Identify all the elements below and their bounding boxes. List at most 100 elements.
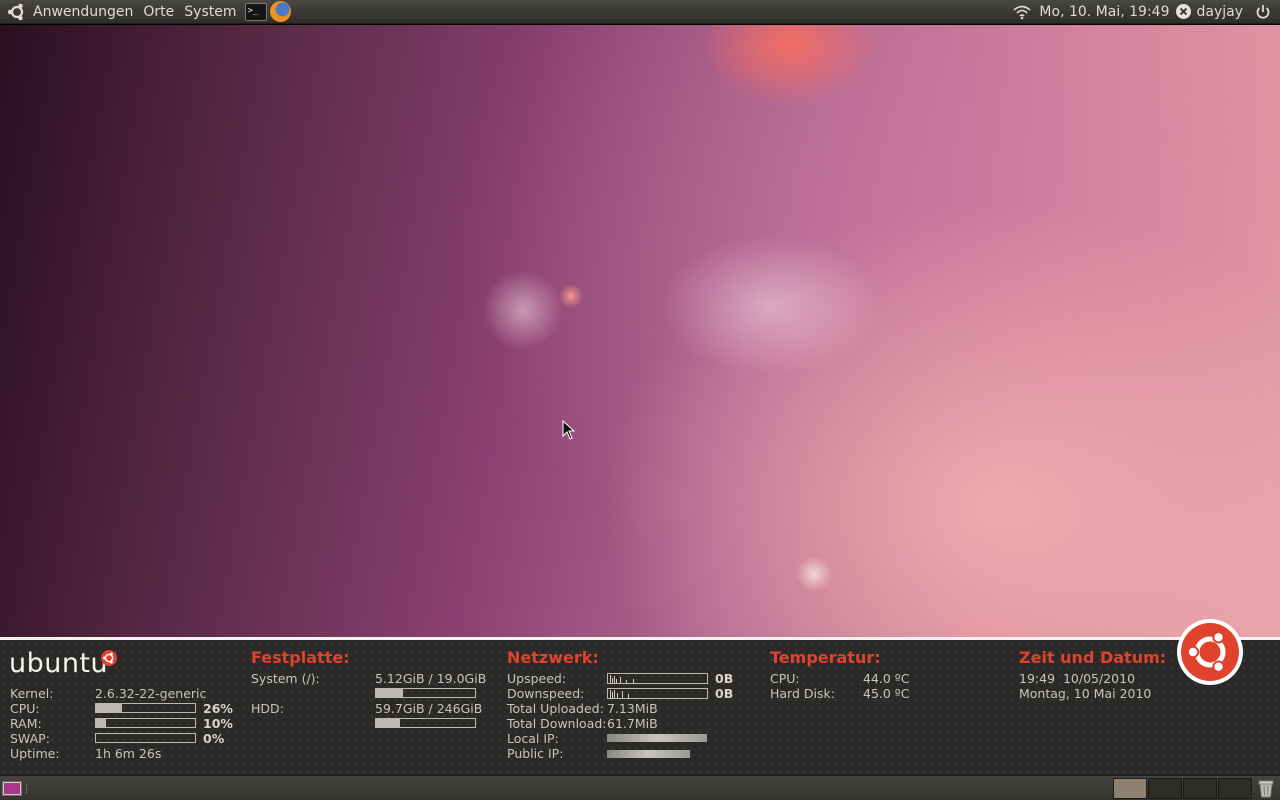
graph-spike bbox=[612, 678, 613, 683]
total-download-row: Total Download: 61.7MiB bbox=[507, 716, 757, 731]
disk-info-block: Festplatte: System (/): 5.12GiB / 19.0Gi… bbox=[251, 640, 501, 775]
graph-spike bbox=[633, 679, 634, 683]
kernel-value: 2.6.32-22-generic bbox=[95, 686, 207, 701]
graph-spike bbox=[610, 690, 611, 698]
uptime-row: Uptime: 1h 6m 26s bbox=[10, 746, 240, 761]
mouse-cursor-icon bbox=[562, 420, 576, 440]
time-section-title: Zeit und Datum: bbox=[1019, 648, 1167, 667]
ram-usage-bar bbox=[95, 718, 196, 728]
panel-drag-handle[interactable] bbox=[26, 784, 29, 793]
workspace-2[interactable] bbox=[1148, 778, 1182, 799]
network-section-title: Netzwerk: bbox=[507, 648, 599, 667]
total-uploaded-row: Total Uploaded: 7.13MiB bbox=[507, 701, 757, 716]
cpu-percent: 26% bbox=[203, 701, 233, 716]
public-ip-redacted bbox=[607, 750, 690, 758]
swap-label: SWAP: bbox=[10, 731, 50, 746]
total-uploaded-value: 7.13MiB bbox=[607, 701, 658, 716]
upspeed-graph bbox=[607, 673, 708, 684]
hdd-usage-bar bbox=[375, 718, 476, 728]
graph-spike bbox=[616, 679, 617, 683]
public-ip-row: Public IP: bbox=[507, 746, 757, 761]
uptime-value: 1h 6m 26s bbox=[95, 746, 162, 761]
system-tray: Mo, 10. Mai, 19:49 dayjay bbox=[1013, 0, 1280, 24]
desktop-wallpaper[interactable] bbox=[0, 25, 1280, 637]
top-panel: Anwendungen Orte System >_ Mo, 10. Mai, … bbox=[0, 0, 1280, 24]
workspace-4[interactable] bbox=[1218, 778, 1252, 799]
ubuntu-logo-icon bbox=[101, 650, 117, 666]
graph-spike bbox=[628, 694, 629, 698]
close-icon[interactable] bbox=[1175, 3, 1192, 20]
system-info-block: ubuntu Kernel: 2.6.32-22-generic CPU: 26… bbox=[0, 640, 240, 775]
system-partition-fill bbox=[376, 689, 403, 697]
swap-row: SWAP: 0% bbox=[10, 731, 240, 746]
ubuntu-logo-text: ubuntu bbox=[9, 648, 109, 679]
public-ip-label: Public IP: bbox=[507, 746, 564, 761]
local-ip-label: Local IP: bbox=[507, 731, 559, 746]
ram-percent: 10% bbox=[203, 716, 233, 731]
ubuntu-logo-icon[interactable] bbox=[6, 1, 28, 23]
graph-spike bbox=[610, 675, 611, 683]
graph-spike bbox=[617, 693, 618, 698]
terminal-launcher-icon[interactable]: >_ bbox=[244, 2, 267, 21]
downspeed-value: 0B bbox=[715, 686, 734, 701]
ubuntu-badge-icon bbox=[1177, 619, 1243, 685]
time-line-2: Montag, 10 Mai 2010 bbox=[1019, 686, 1152, 701]
ram-label: RAM: bbox=[10, 716, 42, 731]
workspace-3[interactable] bbox=[1183, 778, 1217, 799]
ram-usage-fill bbox=[96, 719, 106, 727]
clock-applet[interactable]: Mo, 10. Mai, 19:49 bbox=[1035, 0, 1173, 24]
upspeed-label: Upspeed: bbox=[507, 671, 567, 686]
hdd-usage-fill bbox=[376, 719, 400, 727]
time-line-1: 19:49 10/05/2010 bbox=[1019, 671, 1136, 686]
cpu-usage-fill bbox=[96, 704, 122, 712]
menu-places[interactable]: Orte bbox=[138, 0, 179, 24]
show-desktop-icon[interactable] bbox=[2, 781, 22, 796]
cpu-temp-row: CPU: 44.0 ºC bbox=[770, 671, 1000, 686]
total-download-value: 61.7MiB bbox=[607, 716, 658, 731]
workspace-1[interactable] bbox=[1113, 778, 1147, 799]
total-uploaded-label: Total Uploaded: bbox=[507, 701, 604, 716]
system-partition-row: System (/): 5.12GiB / 19.0GiB bbox=[251, 671, 501, 686]
cpu-temp-label: CPU: bbox=[770, 671, 800, 686]
local-ip-redacted bbox=[607, 734, 707, 742]
graph-spike bbox=[614, 676, 615, 683]
upspeed-row: Upspeed: 0B bbox=[507, 671, 757, 686]
graph-spike bbox=[612, 692, 613, 698]
kernel-label: Kernel: bbox=[10, 686, 54, 701]
kernel-row: Kernel: 2.6.32-22-generic bbox=[10, 686, 240, 701]
downspeed-label: Downspeed: bbox=[507, 686, 585, 701]
hdd-label: HDD: bbox=[251, 701, 284, 716]
trash-icon[interactable] bbox=[1257, 779, 1275, 798]
disk-section-title: Festplatte: bbox=[251, 648, 350, 667]
system-partition-value: 5.12GiB / 19.0GiB bbox=[375, 671, 487, 686]
graph-spike bbox=[626, 680, 627, 683]
system-partition-bar bbox=[375, 688, 476, 698]
total-download-label: Total Download: bbox=[507, 716, 607, 731]
menu-applications[interactable]: Anwendungen bbox=[28, 0, 138, 24]
bottom-panel bbox=[0, 775, 1280, 800]
cpu-temp-value: 44.0 ºC bbox=[863, 671, 910, 686]
hdd-row: HDD: 59.7GiB / 246GiB bbox=[251, 701, 501, 716]
terminal-glyph: >_ bbox=[247, 5, 259, 16]
user-menu[interactable]: dayjay bbox=[1192, 0, 1247, 24]
temperature-info-block: Temperatur: CPU: 44.0 ºC Hard Disk: 45.0… bbox=[770, 640, 1000, 775]
hdd-temp-row: Hard Disk: 45.0 ºC bbox=[770, 686, 1000, 701]
wifi-icon[interactable] bbox=[1013, 4, 1031, 20]
system-partition-label: System (/): bbox=[251, 671, 320, 686]
time-info-block: Zeit und Datum: 19:49 10/05/2010 Montag,… bbox=[1019, 640, 1179, 775]
network-info-block: Netzwerk: Upspeed: 0B Downspeed: 0B Tota… bbox=[507, 640, 757, 775]
uptime-label: Uptime: bbox=[10, 746, 60, 761]
graph-spike bbox=[622, 691, 623, 698]
upspeed-value: 0B bbox=[715, 671, 734, 686]
downspeed-row: Downspeed: 0B bbox=[507, 686, 757, 701]
local-ip-row: Local IP: bbox=[507, 731, 757, 746]
temperature-section-title: Temperatur: bbox=[770, 648, 881, 667]
graph-spike bbox=[620, 677, 621, 683]
cpu-row: CPU: 26% bbox=[10, 701, 240, 716]
power-icon[interactable] bbox=[1255, 4, 1271, 20]
swap-usage-bar bbox=[95, 733, 196, 743]
menu-system[interactable]: System bbox=[179, 0, 241, 24]
cpu-label: CPU: bbox=[10, 701, 40, 716]
firefox-launcher-icon[interactable] bbox=[269, 1, 291, 22]
hdd-temp-value: 45.0 ºC bbox=[863, 686, 910, 701]
